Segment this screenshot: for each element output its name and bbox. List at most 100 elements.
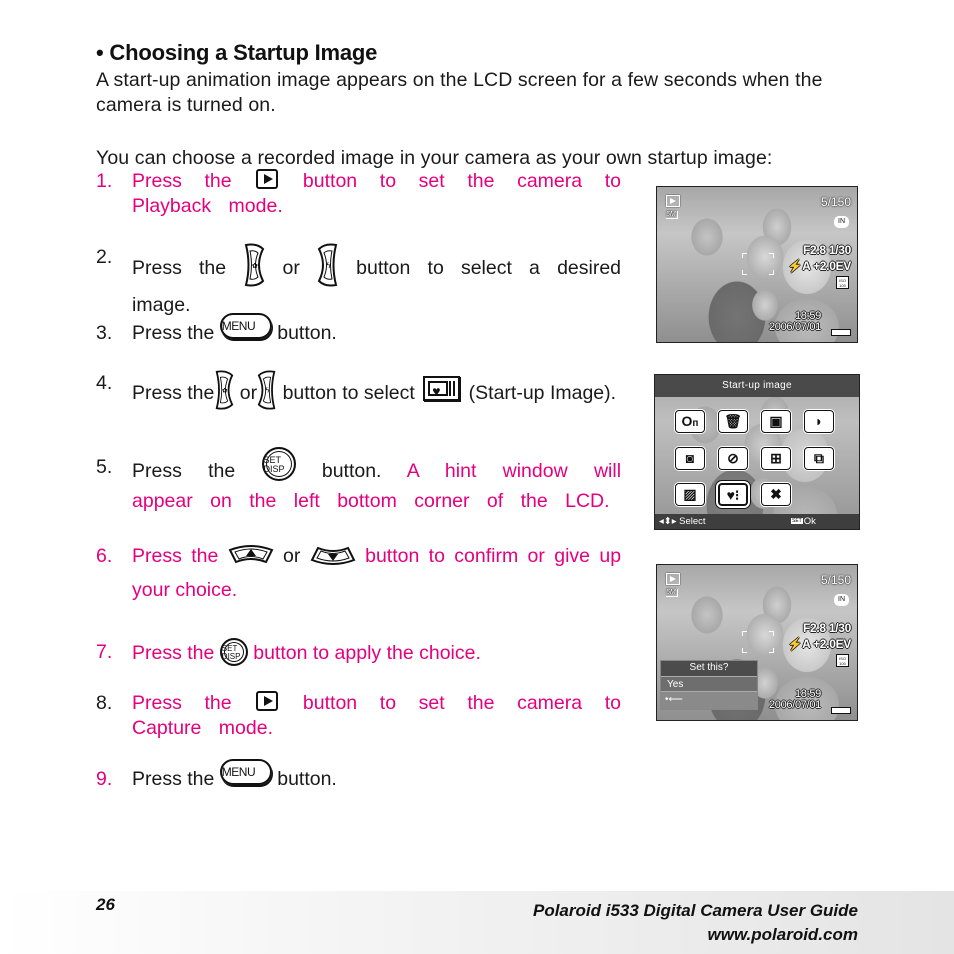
or-text: or — [239, 382, 258, 405]
svg-text:✿: ✿ — [223, 388, 228, 395]
step-text: Press the — [132, 692, 232, 714]
image-count: 5/150 — [820, 573, 851, 587]
menu-title: Start-up image — [655, 375, 859, 397]
step-number: 7. — [96, 641, 113, 663]
step-text: Press the — [132, 545, 219, 567]
aperture-shutter: F2.8 1/30 — [802, 621, 851, 635]
copy-to-card-menu-icon[interactable]: ◙ — [675, 447, 705, 470]
menu-button-icon: MENU — [219, 313, 272, 339]
step-4: 4. Press the ✿ orϟ button to select (Star… — [96, 370, 621, 417]
flash-ev: ⚡A +2.0EV — [787, 637, 852, 651]
or-text: or — [282, 257, 300, 280]
effect-menu-icon[interactable]: ⊘ — [718, 447, 748, 470]
step-text: Press the — [132, 382, 215, 405]
hint-yes-option[interactable]: Yes — [661, 676, 757, 692]
right-flash-button-icon: ϟ — [257, 370, 276, 410]
up-button-icon — [228, 544, 274, 564]
website-link[interactable]: www.polaroid.com — [533, 923, 859, 947]
step-number: 3. — [96, 322, 113, 344]
hint-window: Set this? Yes •⟵ — [660, 660, 758, 710]
disp-label: DISP — [221, 652, 241, 661]
set-badge-icon: SET — [791, 518, 803, 525]
page-number: 26 — [96, 895, 115, 914]
step-text: button to select — [282, 382, 415, 405]
step-text: button to apply the choice. — [253, 642, 481, 665]
protect-menu-icon[interactable]: Oп — [675, 410, 705, 433]
right-flash-button-icon: ϟ — [317, 243, 338, 287]
voice-memo-menu-icon[interactable]: ▨ — [675, 483, 705, 506]
playback-button-icon — [256, 690, 279, 711]
select-hint: ◂⬍▸ Select — [659, 514, 706, 529]
guide-title: Polaroid i533 Digital Camera User Guide … — [533, 899, 858, 947]
step-text: Press the — [132, 322, 215, 345]
disp-label: DISP — [263, 464, 285, 474]
section-heading: • Choosing a Startup Image — [96, 40, 378, 65]
playback-mode-icon — [666, 195, 680, 207]
menu-footer: ◂⬍▸ Select SET Ok — [655, 514, 859, 529]
intro-paragraph-2: You can choose a recorded image in your … — [96, 147, 773, 169]
aperture-shutter: F2.8 1/30 — [802, 243, 851, 257]
internal-memory-icon: IN — [834, 594, 849, 606]
step-7: 7. Press the SET DISP button to apply the… — [96, 638, 621, 668]
resize-menu-icon[interactable]: ⧉ — [804, 447, 834, 470]
menu-button-icon: MENU — [219, 759, 272, 785]
guide-title-text: Polaroid i533 Digital Camera User Guide — [532, 901, 858, 920]
timestamp: 18:59 2006/07/01 — [769, 311, 821, 333]
step-text: Press the — [132, 170, 232, 192]
lcd-hint-screen: 5M 5/150 IN F2.8 1/30 ⚡A +2.0EV ISO 100 … — [656, 564, 858, 721]
step-6: 6. Press the or button to confirm or giv… — [96, 539, 621, 607]
hint-title: Set this? — [689, 662, 729, 673]
battery-icon — [831, 707, 851, 714]
step-number: 5. — [96, 456, 113, 478]
step-number: 2. — [96, 246, 113, 268]
step-number: 8. — [96, 692, 113, 714]
step-text: Press the — [132, 642, 215, 665]
step-text: (Start-up Image). — [468, 382, 617, 405]
resolution-indicator: 5M — [666, 589, 678, 597]
slideshow-menu-icon[interactable]: ▣ — [761, 410, 791, 433]
step-3: 3. Press the MENU button. — [96, 313, 621, 347]
focus-frame — [742, 631, 774, 653]
focus-frame — [742, 253, 774, 275]
internal-memory-icon: IN — [834, 216, 849, 228]
timestamp: 18:59 2006/07/01 — [769, 689, 821, 711]
ok-hint: SET Ok — [791, 514, 816, 529]
dpof-menu-icon[interactable]: ◗ — [804, 410, 834, 433]
iso-icon: ISO 100 — [836, 276, 849, 289]
resolution-indicator: 5M — [666, 211, 678, 219]
step-text: button. — [277, 322, 337, 345]
step-text: Press the — [132, 768, 215, 791]
step-number: 1. — [96, 170, 113, 192]
hint-back-option[interactable]: •⟵ — [661, 692, 757, 709]
step-number: 4. — [96, 372, 113, 394]
set-disp-button-icon: SET DISP — [219, 638, 248, 666]
delete-menu-icon[interactable]: 🗑 — [718, 410, 748, 433]
set-disp-button-icon: SET DISP — [261, 447, 296, 481]
step-text: button. — [321, 460, 382, 483]
battery-icon — [831, 329, 851, 336]
step-8: 8. Press the button to set the camera to… — [96, 690, 621, 741]
ok-label: Ok — [803, 516, 816, 527]
or-text: or — [283, 545, 301, 567]
step-1: 1. Press the button to set the camera to… — [96, 168, 621, 219]
date: 2006/07/01 — [768, 699, 821, 711]
left-macro-button-icon: ✿ — [245, 243, 265, 287]
startup-image-menu-icon[interactable]: ♥⁝ — [718, 483, 748, 506]
image-count: 5/150 — [820, 195, 851, 209]
step-text: Press the — [132, 460, 236, 483]
step-text: button. — [277, 768, 337, 791]
svg-text:ϟ: ϟ — [265, 386, 270, 395]
playback-button-icon — [256, 168, 279, 189]
step-5: 5. Press the SET DISP button. A hint wind… — [96, 447, 621, 514]
svg-text:ϟ: ϟ — [326, 261, 331, 270]
step-number: 9. — [96, 768, 113, 790]
select-label: Select — [679, 516, 706, 527]
rotate-menu-icon[interactable]: ⊞ — [761, 447, 791, 470]
flash-ev: ⚡A +2.0EV — [787, 259, 852, 273]
setup-menu-icon[interactable]: ✖ — [761, 483, 791, 506]
lcd-playback-screen: 5M 5/150 IN F2.8 1/30 ⚡A +2.0EV ISO 100 … — [656, 186, 858, 343]
date: 2006/07/01 — [768, 321, 821, 333]
step-2: 2. Press the ✿ or ϟ button to select a d… — [96, 243, 621, 318]
step-number: 6. — [96, 545, 113, 567]
step-text: Press the — [132, 257, 227, 280]
